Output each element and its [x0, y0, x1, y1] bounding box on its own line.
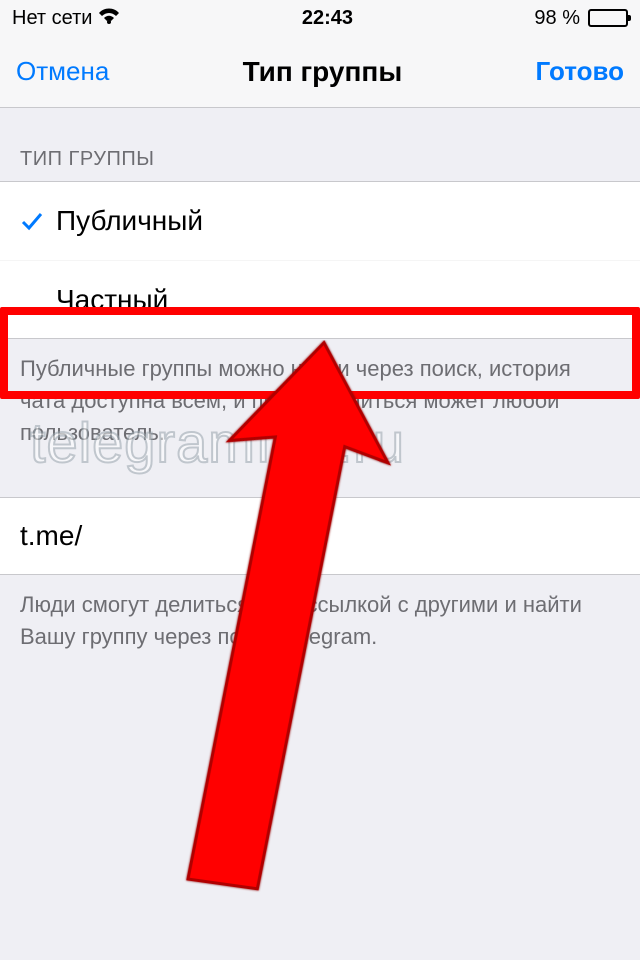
option-private[interactable]: Частный: [0, 260, 640, 338]
checkmark-icon: [20, 209, 56, 233]
section-header: ТИП ГРУППЫ: [0, 108, 640, 181]
battery-pct: 98 %: [534, 7, 580, 30]
status-right: 98 %: [534, 7, 628, 30]
group-type-footer: Публичные группы можно найти через поиск…: [0, 339, 640, 473]
carrier-text: Нет сети: [12, 7, 92, 30]
status-left: Нет сети: [12, 7, 120, 30]
page-title: Тип группы: [243, 56, 403, 88]
status-time: 22:43: [302, 7, 353, 30]
option-public[interactable]: Публичный: [0, 182, 640, 260]
cancel-button[interactable]: Отмена: [16, 56, 109, 87]
link-input-row[interactable]: t.me/: [0, 497, 640, 575]
link-footer: Люди смогут делиться этой ссылкой с друг…: [0, 575, 640, 677]
wifi-icon: [98, 7, 120, 30]
nav-bar: Отмена Тип группы Готово: [0, 36, 640, 108]
option-label: Частный: [56, 284, 168, 316]
option-label: Публичный: [56, 205, 203, 237]
link-prefix: t.me/: [20, 520, 82, 552]
battery-icon: [588, 9, 628, 27]
status-bar: Нет сети 22:43 98 %: [0, 0, 640, 36]
done-button[interactable]: Готово: [536, 56, 624, 87]
group-type-list: Публичный Частный: [0, 181, 640, 339]
